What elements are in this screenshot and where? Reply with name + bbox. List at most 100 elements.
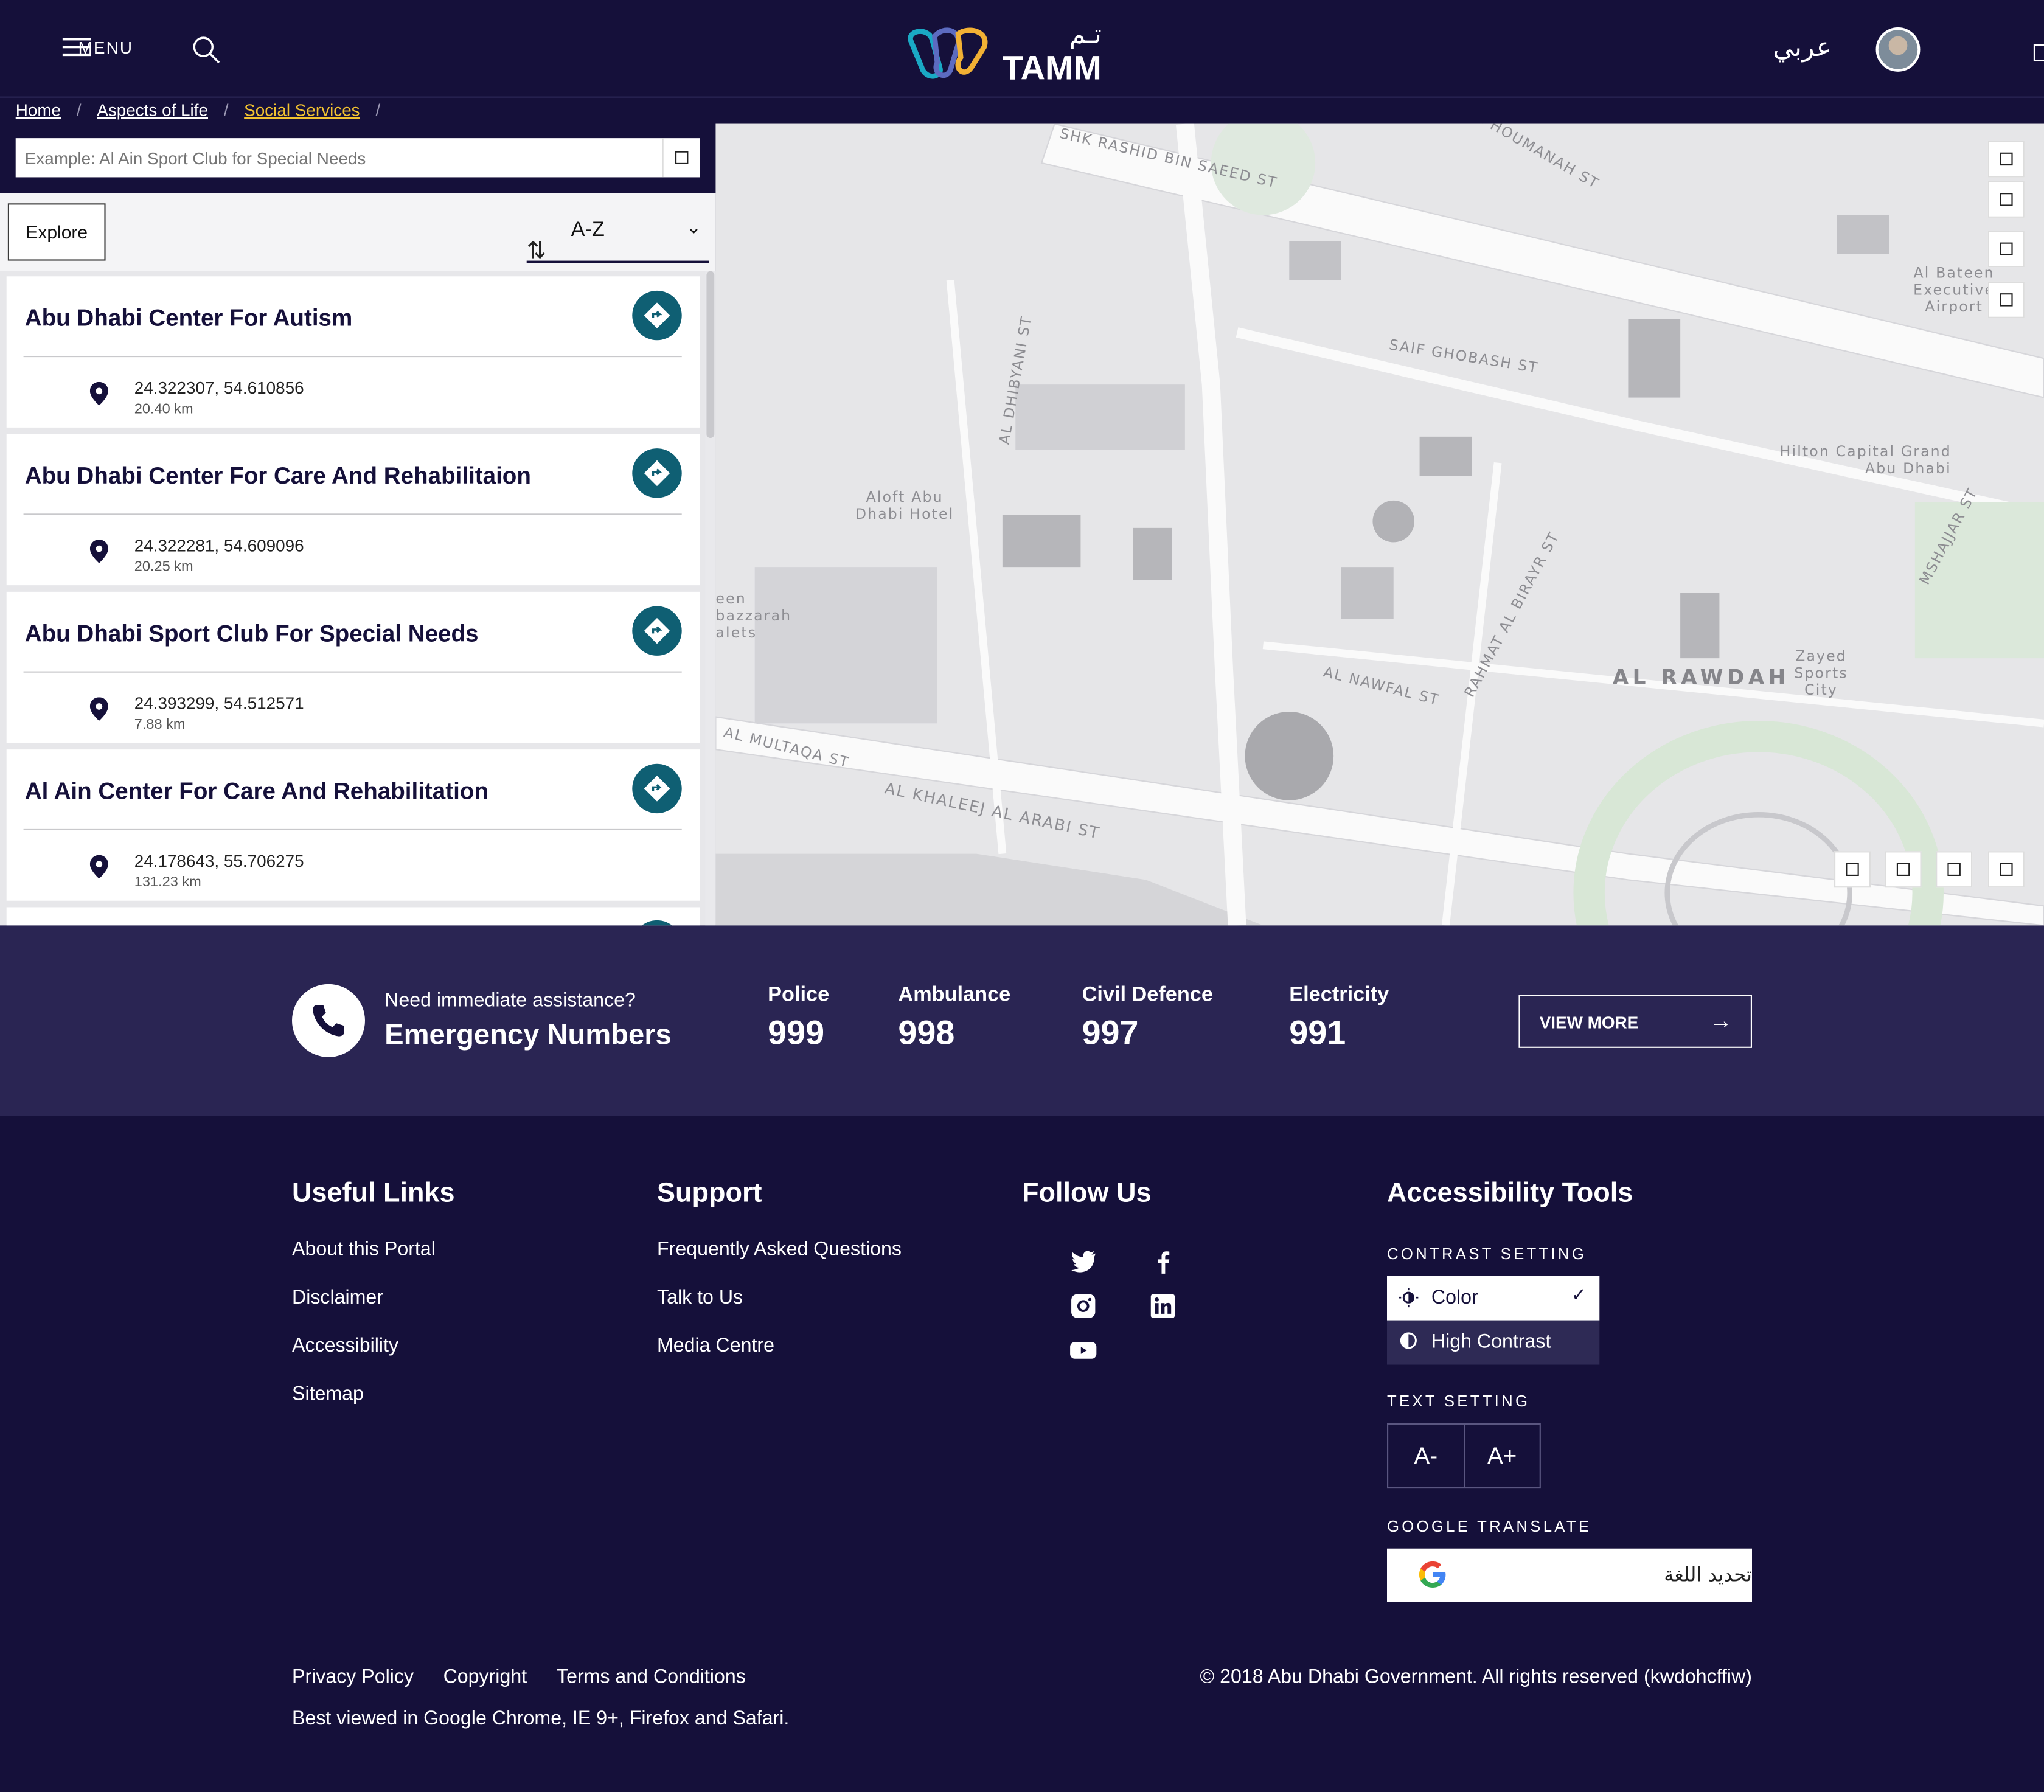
list-item[interactable]: Abu Dhabi Center For Care And Rehabilita… [6,434,700,586]
emergency-number-electricity[interactable]: Electricity 991 [1289,984,1389,1054]
emergency-value: 991 [1289,1013,1346,1052]
map-control-button[interactable] [1987,281,2025,318]
list-item[interactable]: Abu Dhabi Sport Club For Special Needs 2… [6,591,700,743]
map-view[interactable]: SHK RASHID BIN SAEED ST SAIF GHOBASH ST … [715,123,2044,926]
directions-icon [644,460,670,487]
view-more-button[interactable]: VIEW MORE → [1518,995,1752,1048]
footer-link-talk-to-us[interactable]: Talk to Us [657,1287,902,1308]
contrast-setting-group: Color ✓ High Contrast [1387,1276,1600,1365]
square-icon [675,151,689,164]
map-background [715,123,2044,926]
center-name: Abu Dhabi Center For Autism [24,305,353,332]
google-translate-select[interactable]: تحديد اللغة [1387,1548,1752,1602]
location-pin-icon [89,540,108,563]
footer-link-about[interactable]: About this Portal [292,1238,455,1260]
scrollbar-thumb[interactable] [706,271,715,438]
map-label: Zayed Sports City [1794,648,1848,699]
map-control-button[interactable] [1987,851,2025,888]
emergency-number-police[interactable]: Police 999 [768,984,829,1054]
linkedin-icon[interactable] [1149,1292,1177,1321]
directions-button[interactable] [632,448,682,498]
copyright-notice: © 2018 Abu Dhabi Government. All rights … [1200,1665,1752,1688]
privacy-policy-link[interactable]: Privacy Policy [292,1666,414,1688]
sort-dropdown[interactable]: ⇅ A-Z ⌄ [526,214,709,263]
list-scrollbar[interactable] [705,271,716,926]
center-coordinates: 24.322281, 54.609096 [134,535,304,555]
center-distance: 7.88 km [134,717,186,733]
map-control-button[interactable] [1987,181,2025,218]
footer-link-faq[interactable]: Frequently Asked Questions [657,1238,902,1260]
directions-button[interactable] [632,606,682,656]
google-icon [1419,1561,1446,1588]
search-input[interactable] [15,138,662,178]
text-decrease-button[interactable]: A- [1388,1425,1463,1487]
emergency-label: Police [768,984,830,1007]
accessibility-tools-title: Accessibility Tools [1387,1178,1633,1209]
center-coordinates: 24.178643, 55.706275 [134,851,304,871]
instagram-icon[interactable] [1069,1292,1097,1321]
support-section: Support Frequently Asked Questions Talk … [657,1178,902,1383]
contrast-option-high-contrast[interactable]: High Contrast [1387,1320,1600,1365]
view-more-label: VIEW MORE [1539,1013,1639,1033]
emergency-label: Electricity [1289,984,1389,1007]
map-control-button[interactable] [1987,141,2025,178]
contrast-setting-label: CONTRAST SETTING [1387,1245,1587,1263]
contrast-option-color[interactable]: Color ✓ [1387,1276,1600,1321]
map-control-button[interactable] [1936,851,1973,888]
google-translate-label: GOOGLE TRANSLATE [1387,1517,1592,1536]
facebook-icon[interactable] [1149,1248,1177,1276]
footer-link-sitemap[interactable]: Sitemap [292,1383,455,1405]
map-control-button[interactable] [1987,231,2025,268]
breadcrumb-social-services[interactable]: Social Services [244,100,360,120]
divider [23,356,682,358]
terms-link[interactable]: Terms and Conditions [557,1666,746,1688]
divider [23,671,682,673]
list-item[interactable]: Al Ain Center For Care And Rehabilitatio… [6,749,700,901]
menu-button[interactable]: MENU [62,36,133,57]
square-icon [1947,863,1961,876]
list-item[interactable]: Abu Dhabi Center For Autism 24.322307, 5… [6,276,700,428]
search-submit-button[interactable] [662,138,700,178]
emergency-number-civil-defence[interactable]: Civil Defence 997 [1082,984,1213,1054]
twitter-icon[interactable] [1069,1248,1097,1276]
square-icon [1846,863,1859,876]
map-control-button[interactable] [1885,851,1922,888]
directions-icon [644,776,670,802]
divider [23,828,682,830]
directions-button[interactable] [632,763,682,814]
youtube-icon[interactable] [1069,1336,1097,1364]
square-icon [2000,242,2013,255]
footer-link-disclaimer[interactable]: Disclaimer [292,1287,455,1308]
explore-button[interactable]: Explore [7,203,106,261]
text-size-controls: A- A+ [1387,1423,1541,1489]
centers-list: Abu Dhabi Center For Autism 24.322307, 5… [0,271,716,926]
support-title: Support [657,1178,762,1209]
center-name: Abu Dhabi Sport Club For Special Needs [24,620,479,647]
map-label: Aloft Abu Dhabi Hotel [855,488,954,523]
user-avatar[interactable] [1875,27,1921,72]
map-control-button[interactable] [1834,851,1871,888]
hamburger-icon [62,36,91,57]
directions-icon [644,302,670,328]
directions-button[interactable] [632,920,682,926]
directions-button[interactable] [632,290,682,341]
emergency-number-ambulance[interactable]: Ambulance 998 [898,984,1010,1054]
text-increase-button[interactable]: A+ [1463,1425,1539,1487]
footer-link-accessibility[interactable]: Accessibility [292,1335,455,1356]
follow-us-title: Follow Us [1022,1178,1152,1209]
map-label: Hilton Capital Grand Abu Dhabi [1779,443,1952,478]
breadcrumb-home[interactable]: Home [16,100,61,120]
emergency-label: Ambulance [898,984,1011,1007]
footer-link-media-centre[interactable]: Media Centre [657,1335,902,1356]
copyright-link[interactable]: Copyright [443,1666,527,1688]
search-icon[interactable] [190,34,221,65]
tamm-logo[interactable]: تـم TAMM [903,18,1102,86]
breadcrumb-aspects-of-life[interactable]: Aspects of Life [97,100,208,120]
square-icon [2000,293,2013,307]
emergency-value: 998 [898,1013,955,1052]
language-toggle[interactable]: عربي [1773,31,1832,62]
follow-us-section: Follow Us [1022,1178,1152,1238]
edge-icon [2033,44,2044,61]
center-distance: 20.40 km [134,401,193,417]
list-item[interactable] [6,907,700,926]
